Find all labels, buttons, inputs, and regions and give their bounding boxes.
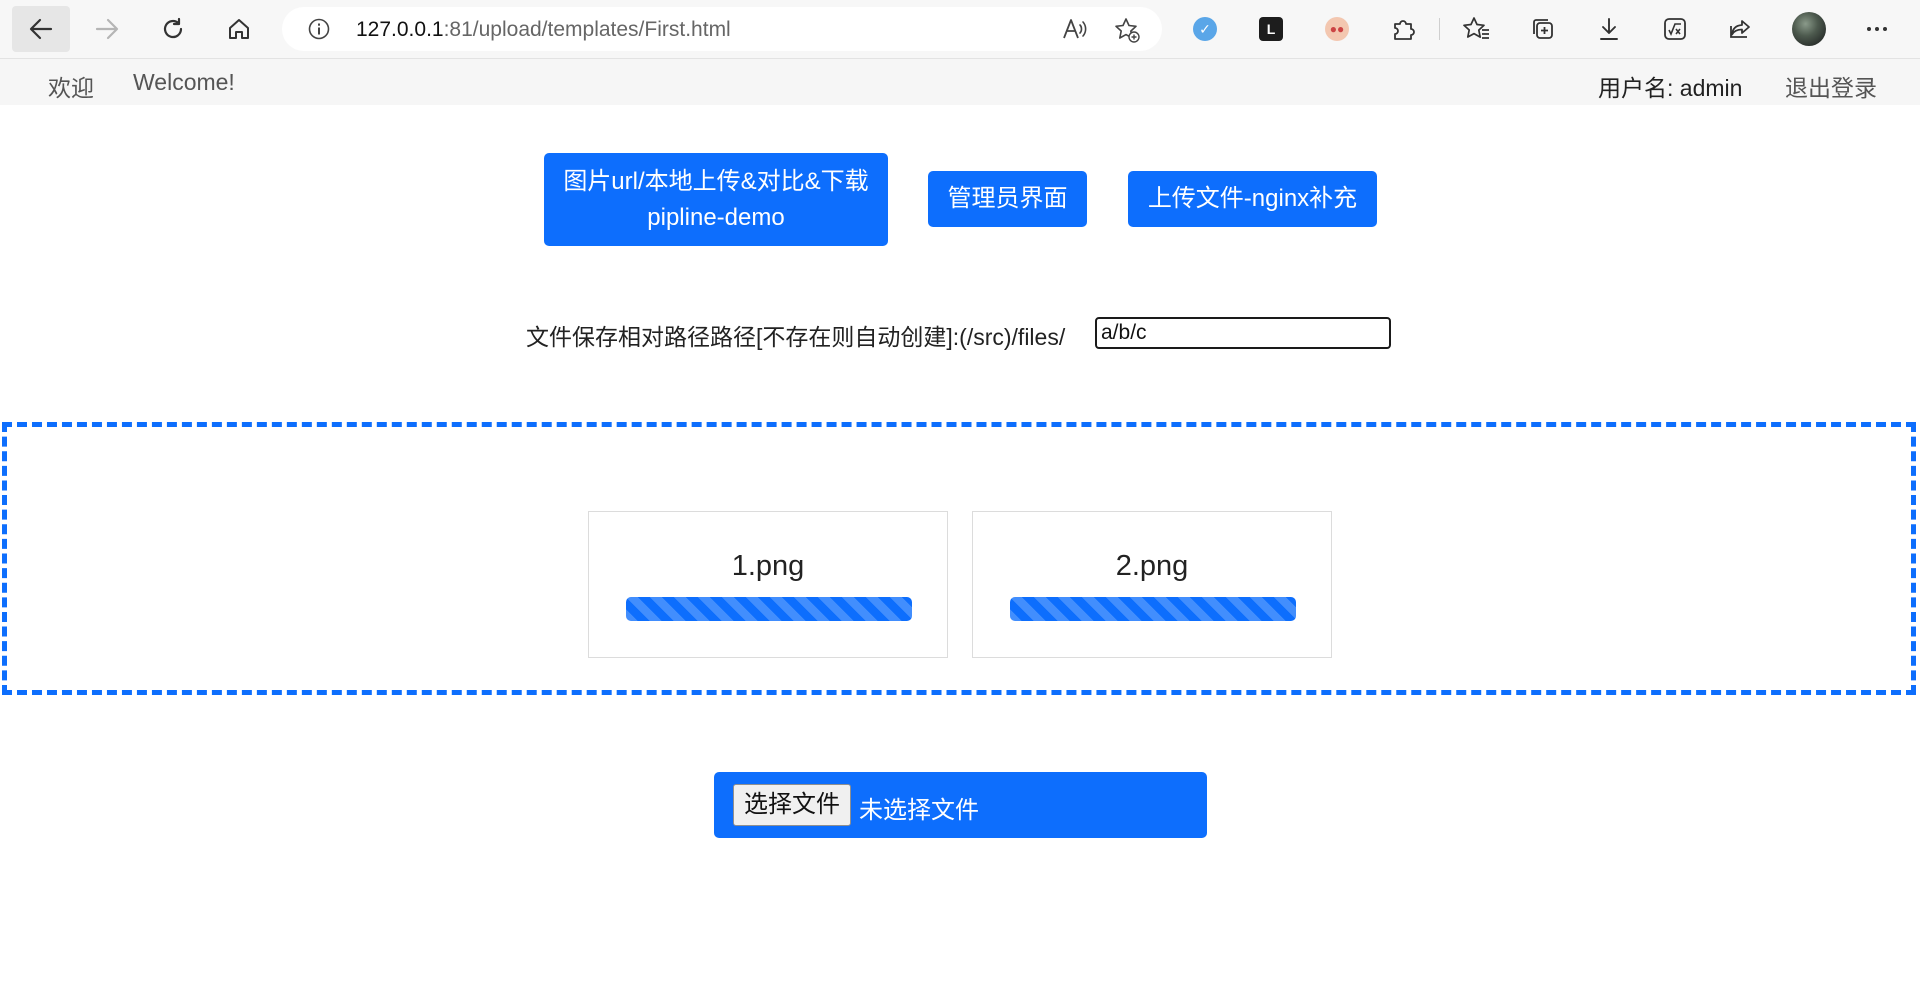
home-icon [229,19,249,39]
back-button[interactable] [12,6,70,52]
file-status-text: 未选择文件 [859,797,979,824]
welcome-cn-link[interactable]: 欢迎 [48,69,94,103]
upload-progress-bar [626,597,912,621]
upload-compare-label-line1: 图片url/本地上传&对比&下载 [563,167,869,195]
profile-avatar[interactable] [1792,12,1826,46]
upload-compare-button[interactable]: 图片url/本地上传&对比&下载 pipline-demo [544,153,888,246]
math-solver-icon[interactable] [1660,14,1690,44]
address-bar[interactable]: 127.0.0.1:81/upload/templates/First.html [282,7,1162,51]
arrow-left-icon [29,18,53,40]
upload-nginx-label: 上传文件-nginx补充 [1147,185,1358,212]
username-label: 用户名: admin [1598,75,1743,101]
downloads-icon[interactable] [1594,14,1624,44]
share-icon[interactable] [1726,14,1756,44]
file-name: 2.png [1115,550,1189,582]
browser-toolbar: 127.0.0.1:81/upload/templates/First.html… [0,0,1920,59]
arrow-right-icon [95,18,119,40]
admin-panel-label: 管理员界面 [947,185,1068,212]
extension-avatar-icon[interactable]: ●● [1322,14,1352,44]
more-options-icon[interactable] [1862,14,1892,44]
upload-progress-fill [626,597,912,621]
upload-nginx-button[interactable]: 上传文件-nginx补充 [1128,171,1377,227]
extension-dark-icon[interactable]: L [1256,14,1286,44]
url-text[interactable]: 127.0.0.1:81/upload/templates/First.html [356,18,731,42]
reload-button[interactable] [144,6,202,52]
extension-blue-icon[interactable]: ✓ [1190,14,1220,44]
upload-progress-bar [1010,597,1296,621]
add-favorite-icon[interactable] [1114,17,1140,48]
upload-progress-fill [1010,597,1296,621]
choose-file-button[interactable]: 选择文件 [733,784,851,826]
logout-link[interactable]: 退出登录 [1785,69,1877,103]
url-path: :81/upload/templates/First.html [443,18,731,41]
extensions-puzzle-icon[interactable] [1388,14,1418,44]
collections-icon[interactable] [1528,14,1558,44]
forward-button[interactable] [78,6,136,52]
save-path-label: 文件保存相对路径路径[不存在则自动创建]:(/src)/files/ [526,324,1066,350]
upload-compare-label-line2: pipline-demo [647,203,785,231]
upload-file-card: 1.png [588,511,948,658]
admin-panel-button[interactable]: 管理员界面 [928,171,1087,227]
home-button[interactable] [210,6,268,52]
upload-drop-zone[interactable] [2,422,1916,695]
read-aloud-icon[interactable] [1062,17,1088,46]
refresh-icon [163,17,183,39]
welcome-en-link[interactable]: Welcome! [133,69,235,96]
favorites-icon[interactable] [1462,14,1492,44]
url-host: 127.0.0.1 [356,18,444,41]
file-name: 1.png [731,550,805,582]
upload-file-card: 2.png [972,511,1332,658]
save-path-input[interactable] [1095,317,1391,349]
toolbar-separator [1439,18,1440,40]
info-icon[interactable] [308,18,330,45]
site-header: 欢迎 Welcome! 用户名: admin 退出登录 [0,59,1920,105]
file-picker[interactable]: 选择文件 未选择文件 [714,772,1207,838]
